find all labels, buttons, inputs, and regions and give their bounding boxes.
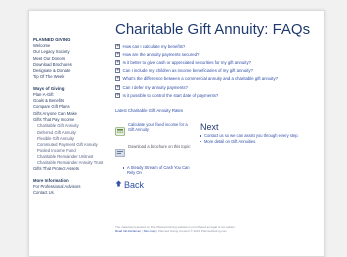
faq-list: + How can I calculate my benefits? + How… [115,42,319,99]
page-title: Charitable Gift Annuity: FAQs [115,21,311,38]
plus-icon: + [115,68,120,74]
faq-link[interactable]: What's the difference between a commerci… [123,76,279,81]
next-column: Next Contact us so we can assist you thr… [200,122,310,175]
sidebar-section-more-info: More Information For Professional Adviso… [33,178,111,197]
brochure-resource: Download a brochure on this topic: [115,144,195,163]
sidebar-item-remainder-annuity-trust[interactable]: Charitable Remainder Annuity Trust [33,160,111,166]
faq-item[interactable]: + How can I calculate my benefits? [115,42,319,50]
credit-text: Planned Giving Content © 2021 PlannedGiv… [157,229,228,234]
back-arrow-icon [115,180,122,190]
more-detail-link[interactable]: More detail on Gift Annuities. [200,139,310,144]
faq-item[interactable]: + Is it better to give cash or appreciat… [115,58,319,66]
sidebar-section-ways-of-giving: Ways of Giving Plan-A-Gift Goals & Benef… [33,86,111,173]
plus-icon: + [115,76,120,82]
plus-icon: + [115,51,120,57]
resources-area: Calculate your fixed income for a Gift A… [115,122,319,175]
sidebar-item-protect-assets[interactable]: Gifts That Protect Assets [33,166,111,172]
sidebar-item-contact-us[interactable]: Contact Us [33,190,111,196]
annuity-rates-link[interactable]: Latest Charitable Gift Annuity Rates [115,108,319,113]
page-footer: The material presented on this Planned G… [115,225,315,233]
sidebar-section-planned-giving: PLANNED GIVING Welcome Our Legacy Societ… [33,37,111,81]
back-label: Back [124,180,145,191]
faq-item[interactable]: + Can I defer my annuity payments? [115,83,319,91]
faq-link[interactable]: Is it better to give cash or appreciated… [123,60,252,65]
plus-icon: + [115,59,120,65]
faq-item[interactable]: + Can I include my children as income be… [115,67,319,75]
sitemap-link[interactable]: Site map [144,229,156,233]
calculator-resource[interactable]: Calculate your fixed income for a Gift A… [115,122,195,141]
faq-item[interactable]: + How are the annuity payments secured? [115,50,319,58]
plus-icon: + [115,92,120,98]
faq-item[interactable]: + What's the difference between a commer… [115,75,319,83]
footer-links: Read full disclaimer | Site map | Planne… [115,229,228,234]
sidebar-item-commuted-payment[interactable]: Commuted Payment Gift Annuity [33,142,111,148]
sidebar-nav: PLANNED GIVING Welcome Our Legacy Societ… [33,37,111,196]
faq-link[interactable]: How are the annuity payments secured? [123,52,200,57]
brochure-icon [115,144,125,162]
back-button[interactable]: Back [115,180,319,190]
faq-link[interactable]: How can I calculate my benefits? [123,44,186,49]
page-card: PLANNED GIVING Welcome Our Legacy Societ… [28,10,325,257]
brochure-link[interactable]: A Steady Stream of Cash You Can Rely On [115,165,195,175]
faq-link[interactable]: Is it possible to control the start date… [123,93,219,98]
plus-icon: + [115,43,120,49]
main-content: Charitable Gift Annuity: FAQs + How can … [115,21,319,190]
faq-link[interactable]: Can I defer my annuity payments? [123,85,188,90]
next-heading: Next [200,122,219,133]
resources-column: Calculate your fixed income for a Gift A… [115,122,195,175]
disclaimer-link[interactable]: Read full disclaimer [115,229,141,233]
calculator-link[interactable]: Calculate your fixed income for a Gift A… [128,122,195,132]
faq-link[interactable]: Can I include my children as income bene… [123,68,253,73]
calculator-icon [115,123,125,141]
sidebar-item-tip-of-week[interactable]: Tip Of The Week [33,74,111,80]
download-text: Download a brochure on this topic: [128,143,192,149]
faq-item[interactable]: + Is it possible to control the start da… [115,91,319,99]
plus-icon: + [115,84,120,90]
